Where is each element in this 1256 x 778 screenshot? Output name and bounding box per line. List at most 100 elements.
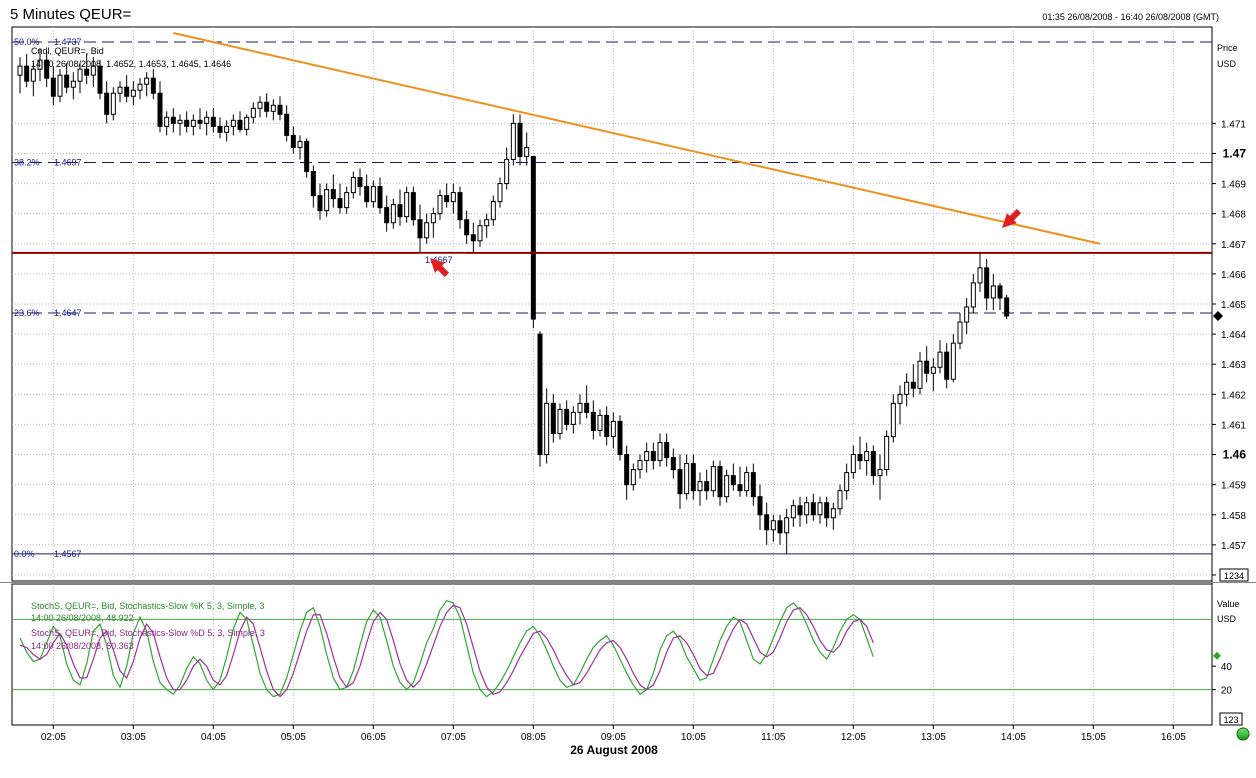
candle-body: [804, 502, 810, 516]
candle-body: [104, 92, 110, 115]
candle-body: [624, 454, 630, 486]
candle-body: [937, 351, 943, 368]
candle-body: [857, 454, 863, 462]
candle-body: [490, 201, 496, 221]
candle-body: [57, 74, 63, 97]
x-tick-label: 11:05: [761, 732, 786, 743]
status-indicator-button[interactable]: [1236, 727, 1250, 741]
candle-body: [817, 502, 823, 516]
x-tick-label: 10:05: [681, 732, 706, 743]
candle-body: [904, 381, 910, 395]
candle-body: [884, 435, 890, 471]
x-tick-label: 16:05: [1161, 732, 1186, 743]
candle-body: [584, 402, 590, 413]
candle-body: [864, 451, 870, 462]
x-tick-label: 06:05: [361, 732, 386, 743]
candle-body: [550, 402, 556, 434]
candle-body: [570, 411, 576, 425]
candle-body: [690, 463, 696, 492]
candle-body: [610, 420, 616, 437]
candle-body: [457, 192, 463, 221]
x-tick-label: 07:05: [441, 732, 466, 743]
candle-body: [290, 134, 296, 148]
candle-body: [184, 119, 190, 127]
candle-body: [564, 408, 570, 425]
candle-body: [344, 192, 350, 209]
candle-body: [297, 140, 303, 148]
candle-body: [950, 342, 956, 380]
price-axis-title: Price: [1217, 43, 1238, 53]
candle-body: [330, 189, 336, 200]
candle-body: [224, 125, 230, 133]
candle-body: [384, 207, 390, 224]
candle-body: [750, 472, 756, 498]
candle-body: [844, 472, 850, 492]
candle-body: [270, 104, 276, 112]
candle-body: [190, 119, 196, 127]
price-axis-unit: USD: [1217, 59, 1237, 69]
candle-body: [424, 222, 430, 239]
candle-body: [450, 192, 456, 203]
candle-body: [990, 285, 996, 299]
candle-body: [470, 234, 476, 242]
series-label: Cndl, QEUR=, Bid: [31, 46, 104, 56]
candle-body: [317, 195, 323, 212]
candle-body: [24, 65, 30, 82]
x-tick-label: 09:05: [601, 732, 626, 743]
price-scale-badge-label: 1234: [1224, 571, 1244, 581]
y-tick-label: 1.461: [1221, 420, 1246, 431]
candle-body: [810, 502, 816, 516]
candle-body: [930, 366, 936, 374]
candle-body: [497, 183, 503, 203]
candle-body: [504, 158, 510, 185]
candle-body: [377, 186, 383, 209]
candle-body: [724, 475, 730, 498]
candle-body: [764, 514, 770, 531]
y-tick-label: 1.464: [1221, 330, 1246, 341]
y-tick-label: 1.466: [1221, 270, 1246, 281]
y-tick-label: 1.47: [1223, 146, 1247, 160]
candle-body: [164, 116, 170, 127]
candle: [537, 331, 543, 467]
candle-body: [337, 198, 343, 209]
candle: [1004, 294, 1010, 320]
candle-body: [644, 451, 650, 462]
candle-body: [197, 119, 203, 124]
candle-body: [510, 122, 516, 160]
candle-body: [410, 192, 416, 221]
candle: [617, 415, 623, 461]
candle-body: [997, 285, 1003, 299]
x-tick-label: 05:05: [281, 732, 306, 743]
candle-body: [590, 411, 596, 431]
stoch-axis-unit: USD: [1217, 614, 1237, 624]
x-axis-title: 26 August 2008: [570, 743, 658, 757]
y-tick-label: 1.471: [1221, 119, 1246, 130]
candle-body: [257, 101, 263, 109]
stoch-axis-title: Value: [1217, 599, 1239, 609]
candle-body: [577, 402, 583, 413]
candle-body: [304, 140, 310, 173]
candle-body: [77, 68, 83, 82]
chart-canvas: 50.0% 1.473738.2% 1.469723.6% 1.46470.0% 1.4…: [0, 0, 1256, 778]
candle-body: [944, 351, 950, 380]
candle-body: [97, 65, 103, 94]
candle-body: [117, 86, 123, 94]
candle-body: [417, 219, 423, 239]
candle-body: [977, 267, 983, 284]
candle-body: [524, 146, 530, 157]
candle-body: [464, 219, 470, 236]
fib-value-label: 1.4647: [54, 308, 82, 318]
candle-body: [677, 469, 683, 495]
x-tick-label: 12:05: [841, 732, 866, 743]
candle-body: [370, 186, 376, 203]
candle-body: [790, 505, 796, 519]
candle-body: [404, 192, 410, 218]
k-label: StochS, QEUR=, Bid, Stochastics-Slow %K …: [31, 601, 264, 611]
candle-body: [177, 119, 183, 124]
candle-body: [430, 213, 436, 224]
candle-body: [70, 80, 76, 88]
candle-body: [830, 508, 836, 519]
fib-value-label: 1.4697: [54, 157, 82, 167]
candle-body: [444, 195, 450, 203]
candle-body: [230, 119, 236, 127]
